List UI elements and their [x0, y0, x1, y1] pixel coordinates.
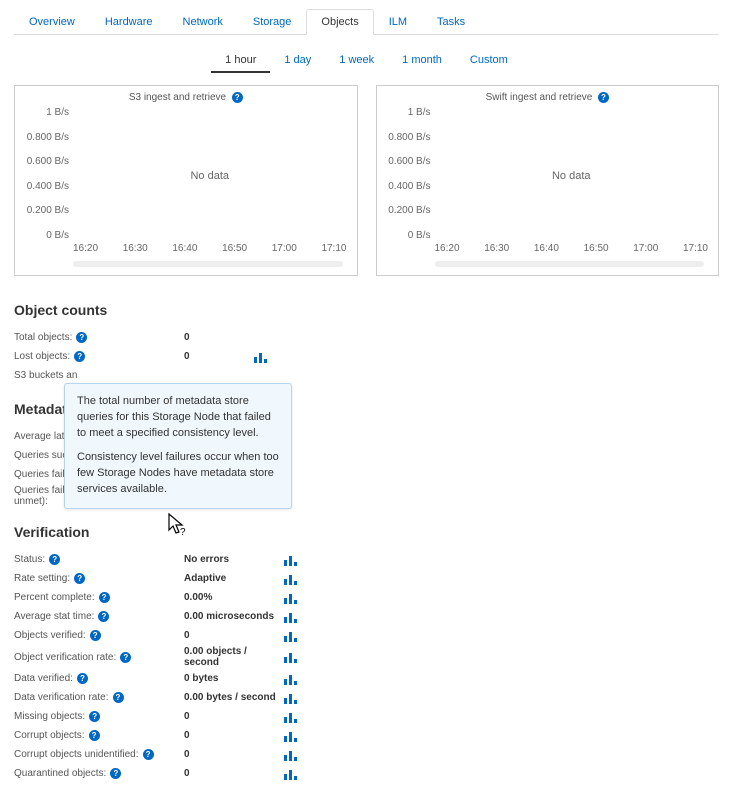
metric-lost-objects: Lost objects: ? 0 — [14, 347, 719, 366]
no-data-label: No data — [190, 170, 229, 182]
metric-row: Objects verified: ?0 — [14, 626, 719, 645]
metric-row: Data verified: ?0 bytes — [14, 669, 719, 688]
help-icon[interactable]: ? — [98, 611, 109, 622]
charts-row: S3 ingest and retrieve ? 1 B/s 0.800 B/s… — [14, 85, 719, 276]
metric-row: Missing objects: ?0 — [14, 707, 719, 726]
chart-icon[interactable] — [284, 651, 298, 663]
chart-icon[interactable] — [284, 692, 298, 704]
help-icon[interactable]: ? — [232, 92, 243, 103]
time-custom[interactable]: Custom — [456, 49, 522, 73]
metric-row: Average stat time: ?0.00 microseconds — [14, 607, 719, 626]
chart-icon[interactable] — [284, 592, 298, 604]
help-icon[interactable]: ? — [110, 768, 121, 779]
chart-icon[interactable] — [284, 630, 298, 642]
help-icon[interactable]: ? — [90, 630, 101, 641]
chart-icon[interactable] — [284, 554, 298, 566]
metric-row: Quarantined objects: ?0 — [14, 764, 719, 783]
metric-row: Rate setting: ?Adaptive — [14, 569, 719, 588]
time-1week[interactable]: 1 week — [325, 49, 388, 73]
chart-icon[interactable] — [284, 573, 298, 585]
chart-scroll[interactable] — [435, 261, 705, 267]
chart-title: Swift ingest and retrieve — [486, 92, 593, 103]
help-icon[interactable]: ? — [143, 749, 154, 760]
chart-s3: S3 ingest and retrieve ? 1 B/s 0.800 B/s… — [14, 85, 358, 276]
metric-row: Percent complete: ?0.00% — [14, 588, 719, 607]
chart-icon[interactable] — [284, 673, 298, 685]
chart-title: S3 ingest and retrieve — [129, 92, 226, 103]
tab-hardware[interactable]: Hardware — [90, 9, 168, 35]
metric-row: Data verification rate: ?0.00 bytes / se… — [14, 688, 719, 707]
help-icon[interactable]: ? — [120, 652, 131, 663]
chart-icon[interactable] — [284, 749, 298, 761]
verification-table: Status: ?No errorsRate setting: ?Adaptiv… — [14, 550, 719, 783]
metric-total-objects: Total objects: ? 0 — [14, 328, 719, 347]
metric-row: Corrupt objects unidentified: ?0 — [14, 745, 719, 764]
time-1day[interactable]: 1 day — [270, 49, 325, 73]
chart-icon[interactable] — [284, 711, 298, 723]
tab-overview[interactable]: Overview — [14, 9, 90, 35]
metric-row: Corrupt objects: ?0 — [14, 726, 719, 745]
chart-scroll[interactable] — [73, 261, 343, 267]
help-icon[interactable]: ? — [77, 673, 88, 684]
chart-icon[interactable] — [284, 730, 298, 742]
tab-ilm[interactable]: ILM — [374, 9, 422, 35]
chart-icon[interactable] — [254, 351, 268, 363]
chart-plot: No data — [73, 111, 347, 241]
object-counts-table: Total objects: ? 0 Lost objects: ? 0 S3 … — [14, 328, 719, 385]
help-icon[interactable]: ? — [74, 573, 85, 584]
time-1hour[interactable]: 1 hour — [211, 49, 270, 73]
time-range-tabs: 1 hour 1 day 1 week 1 month Custom — [14, 49, 719, 73]
tab-network[interactable]: Network — [168, 9, 238, 35]
help-icon[interactable]: ? — [89, 730, 100, 741]
help-icon[interactable]: ? — [598, 92, 609, 103]
section-title-verification: Verification — [14, 524, 719, 540]
metric-row: Status: ?No errors — [14, 550, 719, 569]
help-icon[interactable]: ? — [113, 692, 124, 703]
no-data-label: No data — [552, 170, 591, 182]
help-icon[interactable]: ? — [76, 332, 87, 343]
y-axis: 1 B/s 0.800 B/s 0.600 B/s 0.400 B/s 0.20… — [25, 107, 73, 241]
tab-storage[interactable]: Storage — [238, 9, 307, 35]
x-axis: 16:20 16:30 16:40 16:50 17:00 17:10 — [435, 243, 709, 257]
x-axis: 16:20 16:30 16:40 16:50 17:00 17:10 — [73, 243, 347, 257]
help-icon[interactable]: ? — [99, 592, 110, 603]
chart-icon[interactable] — [284, 611, 298, 623]
help-icon[interactable]: ? — [74, 351, 85, 362]
chart-swift: Swift ingest and retrieve ? 1 B/s 0.800 … — [376, 85, 720, 276]
help-tooltip: The total number of metadata store queri… — [64, 383, 292, 509]
chart-icon[interactable] — [284, 768, 298, 780]
section-title-object-counts: Object counts — [14, 302, 719, 318]
help-icon[interactable]: ? — [89, 711, 100, 722]
y-axis: 1 B/s 0.800 B/s 0.600 B/s 0.400 B/s 0.20… — [387, 107, 435, 241]
help-icon[interactable]: ? — [49, 554, 60, 565]
main-tabs: Overview Hardware Network Storage Object… — [14, 8, 719, 35]
tab-objects[interactable]: Objects — [306, 9, 373, 35]
tab-tasks[interactable]: Tasks — [422, 9, 480, 35]
metric-row: Object verification rate: ?0.00 objects … — [14, 645, 719, 669]
chart-plot: No data — [435, 111, 709, 241]
time-1month[interactable]: 1 month — [388, 49, 456, 73]
